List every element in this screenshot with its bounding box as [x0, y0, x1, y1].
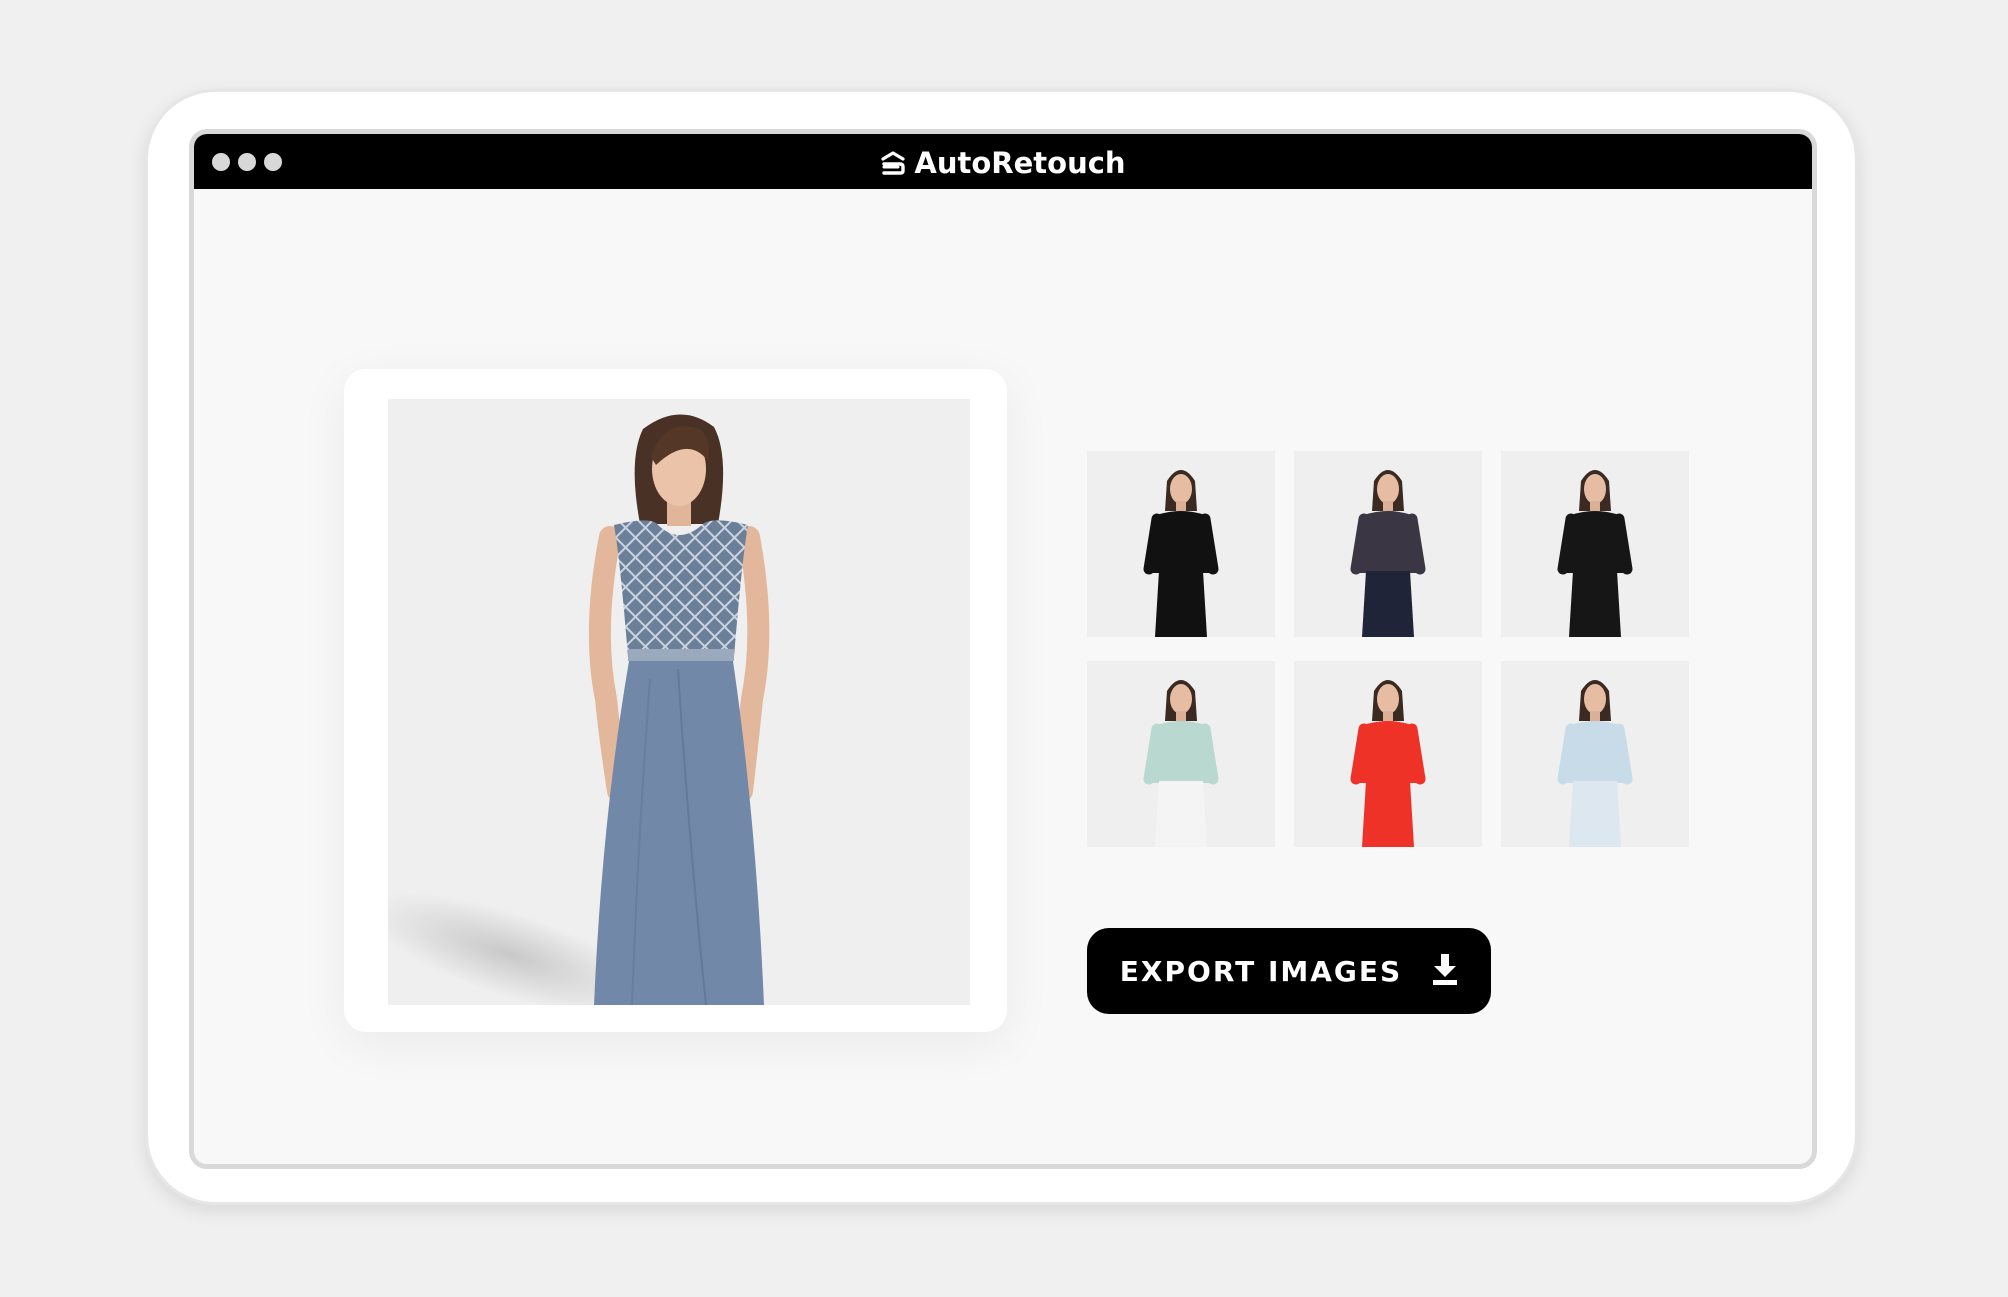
app-window: AutoRetouch EXPORT IMAGES — [189, 129, 1817, 1169]
download-icon — [1432, 953, 1458, 990]
title-bar: AutoRetouch — [194, 134, 1812, 189]
export-images-button[interactable]: EXPORT IMAGES — [1087, 928, 1491, 1014]
app-name: AutoRetouch — [914, 146, 1126, 180]
main-image-card — [344, 369, 1007, 1032]
app-brand: AutoRetouch — [194, 146, 1812, 180]
thumbnail-image[interactable] — [1294, 451, 1482, 637]
autoretouch-logo-icon — [880, 151, 906, 175]
thumbnail-image[interactable] — [1501, 661, 1689, 847]
thumbnail-image[interactable] — [1087, 451, 1275, 637]
thumbnail-image[interactable] — [1087, 661, 1275, 847]
thumbnail-image[interactable] — [1501, 451, 1689, 637]
thumbnail-grid — [1087, 451, 1689, 847]
export-label: EXPORT IMAGES — [1119, 954, 1403, 988]
main-product-photo[interactable] — [388, 399, 970, 1005]
thumbnail-image[interactable] — [1294, 661, 1482, 847]
